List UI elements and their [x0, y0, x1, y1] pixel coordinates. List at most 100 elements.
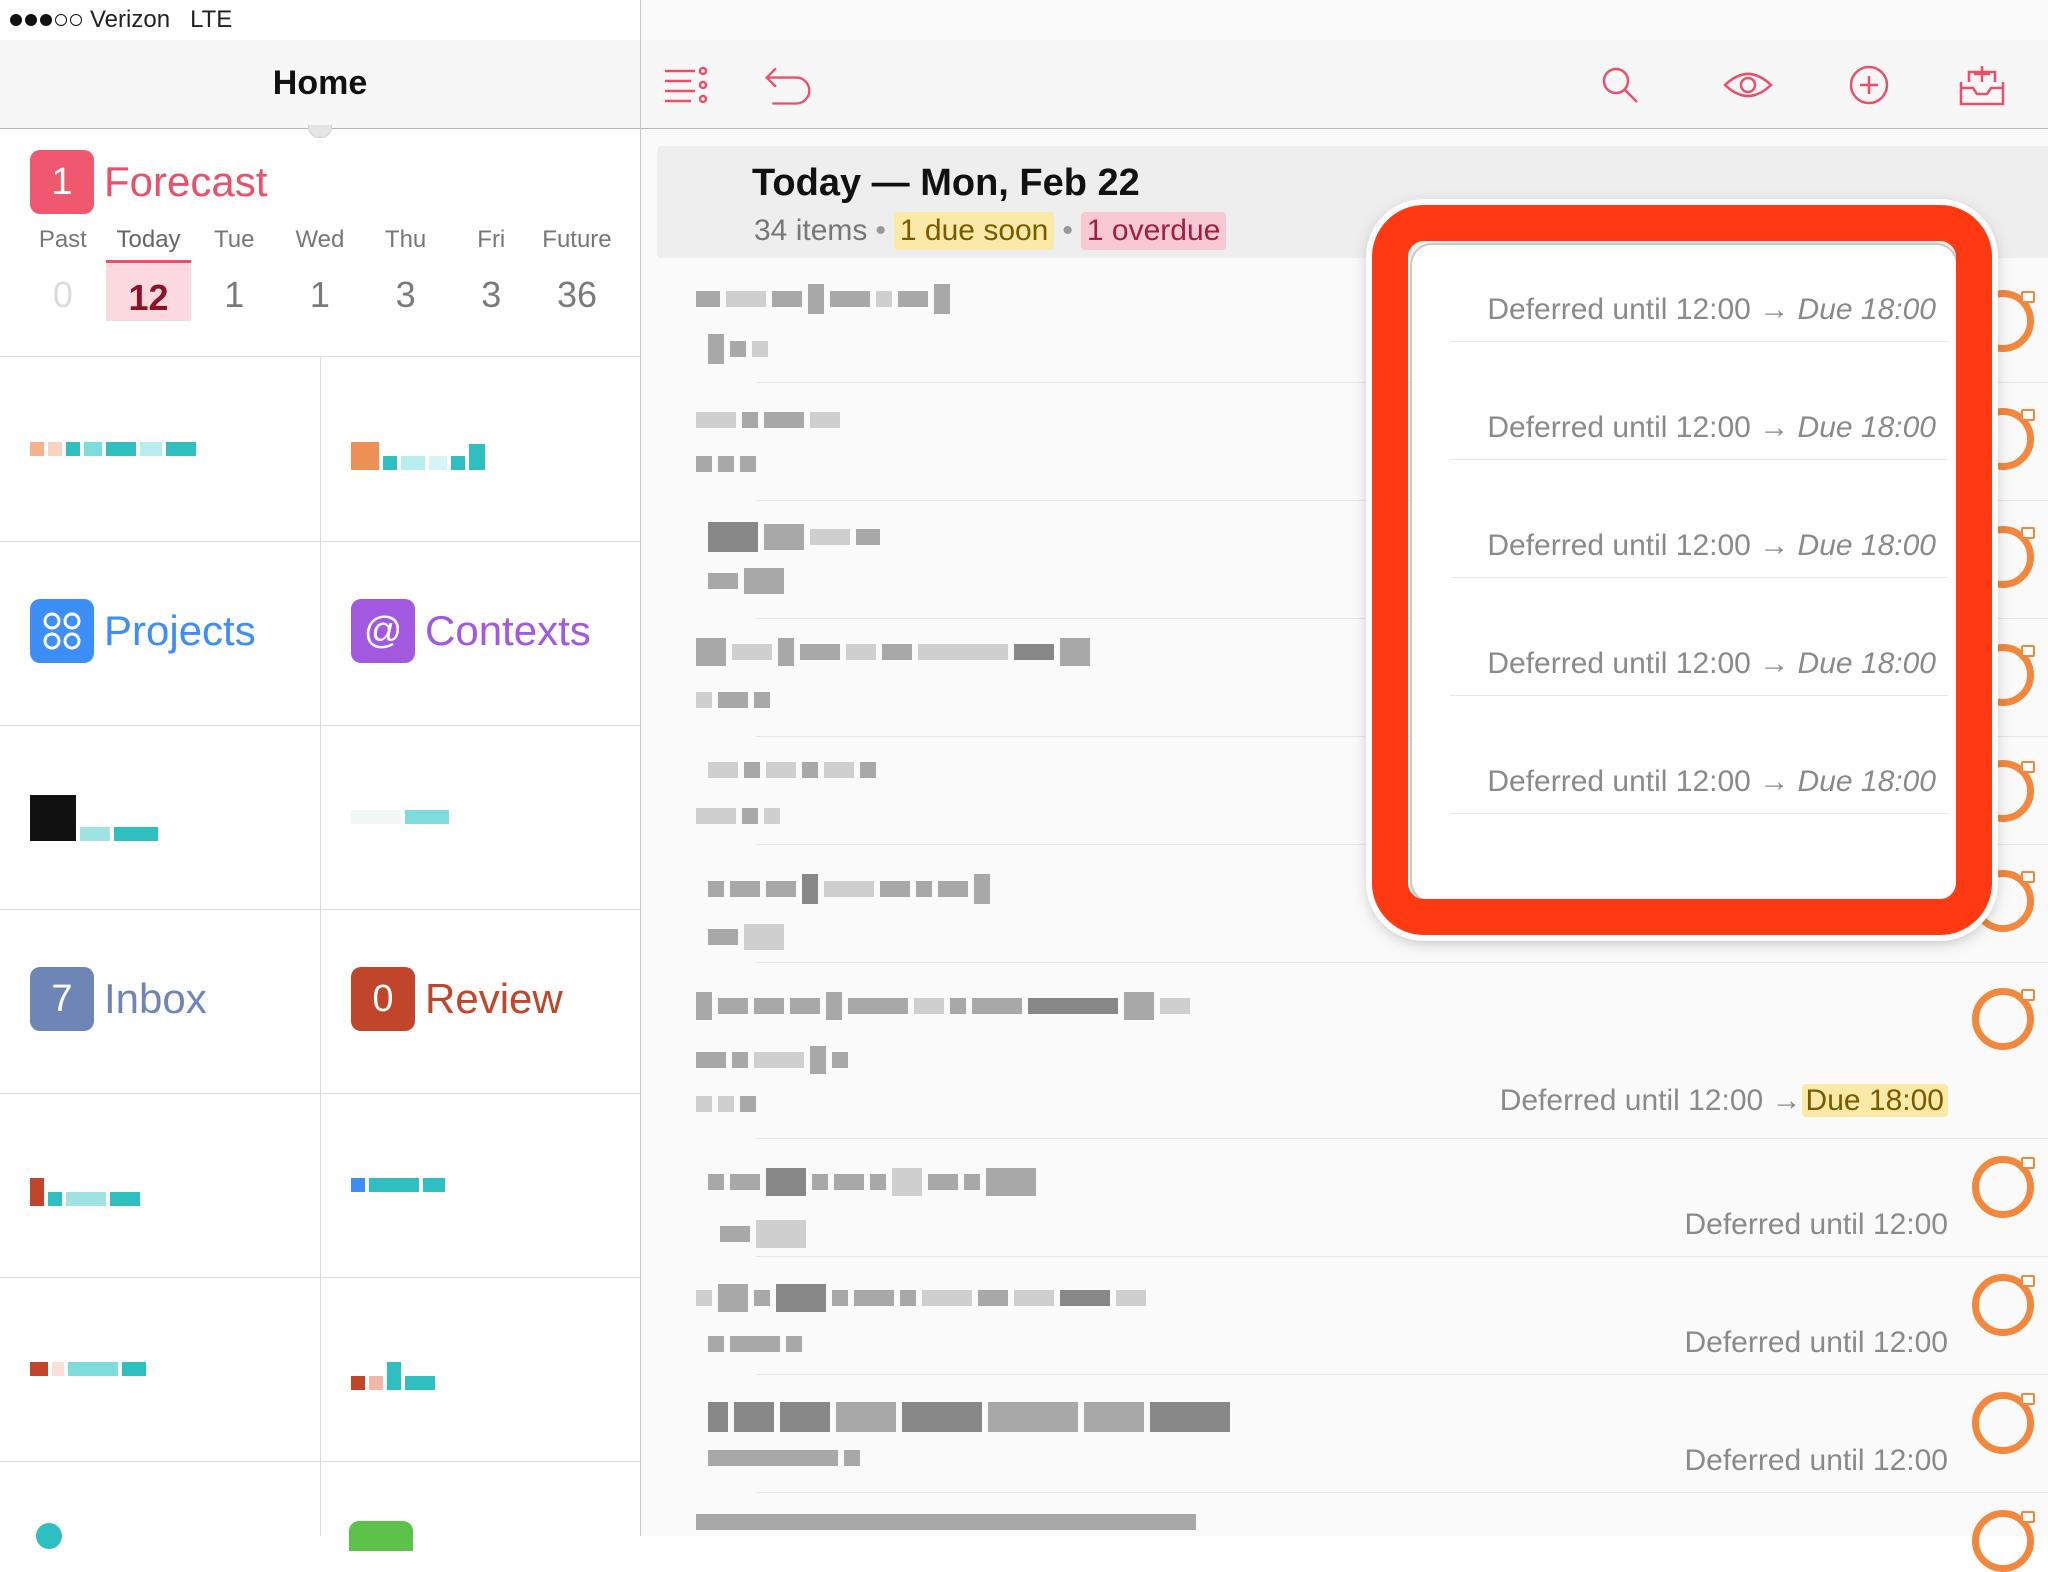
perspective-tile[interactable] [0, 1093, 319, 1277]
forecast-day-past[interactable]: Past 0 [20, 226, 106, 321]
perspective-tile[interactable] [0, 1461, 319, 1549]
perspective-tile[interactable] [320, 725, 640, 909]
task-row[interactable]: Deferred until 12:00 [708, 1138, 2048, 1257]
day-name: Past [38, 226, 87, 253]
task-row[interactable]: Deferred until 12:00 [696, 1256, 2048, 1375]
redacted-task-title [696, 412, 840, 428]
forecast-day-future[interactable]: Future 36 [534, 226, 620, 321]
day-name: Wed [295, 226, 345, 253]
home-sidebar: Home 1 Forecast Past 0 Today 12 Tue 1 We… [0, 0, 641, 1551]
perspective-tile[interactable] [320, 1093, 640, 1277]
perspective-tile[interactable] [320, 1461, 640, 1551]
forecast-tile[interactable]: 1 Forecast Past 0 Today 12 Tue 1 Wed 1 T… [0, 128, 640, 357]
inbox-label: Inbox [104, 975, 207, 1022]
projects-icon [30, 599, 94, 663]
perspective-tile[interactable] [0, 357, 319, 541]
redacted-label [351, 1362, 435, 1390]
projects-label: Projects [104, 607, 256, 654]
task-checkbox[interactable] [1972, 1510, 2035, 1572]
perspectives-icon[interactable] [661, 60, 711, 110]
task-row[interactable] [696, 1492, 2048, 1572]
redacted-task-title [708, 924, 784, 950]
undo-icon[interactable] [763, 60, 813, 110]
day-count: 3 [395, 274, 416, 315]
tile-row [0, 1277, 640, 1462]
add-icon[interactable] [1844, 60, 1894, 110]
tile-row [0, 725, 640, 910]
tile-row [0, 357, 640, 542]
redacted-task-title [696, 456, 756, 472]
redacted-task-title [720, 1220, 806, 1248]
perspective-tile[interactable] [320, 357, 640, 541]
group-summary: 34 items • 1 due soon • 1 overdue [754, 212, 1227, 250]
items-count: 34 items [754, 214, 868, 247]
forecast-header[interactable]: 1 Forecast [30, 150, 267, 214]
review-label: Review [425, 975, 563, 1022]
projects-tile[interactable]: Projects [0, 541, 319, 725]
task-checkbox[interactable] [1972, 1156, 2035, 1218]
highlight-frame [1372, 205, 1992, 935]
separator-dot: • [1062, 214, 1073, 247]
redacted-task-title [708, 334, 768, 364]
day-name: Fri [477, 226, 506, 253]
forecast-days: Past 0 Today 12 Tue 1 Wed 1 Thu 3 Fri 3 [20, 226, 620, 321]
perspective-tile[interactable] [0, 1277, 319, 1461]
toolbar [641, 40, 2048, 129]
due-soon-badge: 1 due soon [893, 212, 1055, 250]
inbox-tile[interactable]: 7 Inbox [0, 909, 319, 1093]
tile-row [0, 1093, 640, 1278]
tile-row [0, 1461, 640, 1551]
redacted-task-title [708, 522, 880, 552]
forecast-day-thu[interactable]: Thu 3 [363, 226, 449, 321]
task-checkbox[interactable] [1972, 1274, 2035, 1336]
overdue-badge: 1 overdue [1080, 212, 1227, 250]
day-count: 0 [52, 274, 73, 315]
redacted-task-title [696, 1096, 756, 1112]
review-tile[interactable]: 0 Review [320, 909, 640, 1093]
redacted-task-title [708, 1402, 1230, 1432]
forecast-day-today[interactable]: Today 12 [105, 226, 192, 321]
day-name: Today [105, 226, 192, 263]
task-row[interactable]: Deferred until 12:00 [708, 1374, 2048, 1493]
tile-row: Projects @ Contexts [0, 541, 640, 726]
day-count: 1 [309, 274, 330, 315]
redacted-label [351, 810, 449, 824]
forecast-day-fri[interactable]: Fri 3 [448, 226, 534, 321]
redacted-task-title [708, 1450, 860, 1466]
inbox-tray-icon[interactable] [1957, 60, 2007, 110]
redacted-task-title [696, 1284, 1146, 1312]
separator-dot: • [875, 214, 886, 247]
day-count: 12 [128, 277, 169, 318]
perspective-tile[interactable] [320, 1277, 640, 1461]
redacted-task-title [696, 992, 1190, 1020]
task-checkbox[interactable] [1972, 988, 2035, 1050]
redacted-task-title [708, 568, 784, 594]
redacted-task-title [708, 1168, 1036, 1196]
search-icon[interactable] [1595, 60, 1645, 110]
inbox-badge: 7 [30, 967, 94, 1031]
deferred-text: Deferred until 12:00 [1499, 1084, 1764, 1117]
task-dates: Deferred until 12:00 → Due 18:00 [1500, 1084, 1948, 1118]
day-name: Tue [213, 226, 255, 253]
redacted-task-title [696, 284, 950, 314]
redacted-task-title [708, 762, 876, 778]
task-dates: Deferred until 12:00 [1684, 1326, 1949, 1359]
task-dates: Deferred until 12:00 [1684, 1444, 1949, 1477]
forecast-day-tue[interactable]: Tue 1 [191, 226, 277, 321]
eye-icon[interactable] [1723, 60, 1773, 110]
forecast-day-wed[interactable]: Wed 1 [277, 226, 363, 321]
redacted-task-title [696, 808, 780, 824]
task-row[interactable]: Deferred until 12:00 → Due 18:00 [696, 962, 2048, 1139]
task-checkbox[interactable] [1972, 1392, 2035, 1454]
home-title: Home [272, 64, 368, 102]
day-count: 1 [224, 274, 245, 315]
task-dates: Deferred until 12:00 [1684, 1208, 1949, 1241]
redacted-label [30, 795, 158, 841]
perspective-tile[interactable] [0, 725, 319, 909]
redacted-label [351, 1178, 445, 1192]
day-name: Thu [384, 226, 427, 253]
contexts-tile[interactable]: @ Contexts [320, 541, 640, 725]
due-soon-text: Due 18:00 [1801, 1084, 1948, 1117]
redacted-label [351, 442, 485, 470]
arrow: → [1771, 1084, 1802, 1117]
